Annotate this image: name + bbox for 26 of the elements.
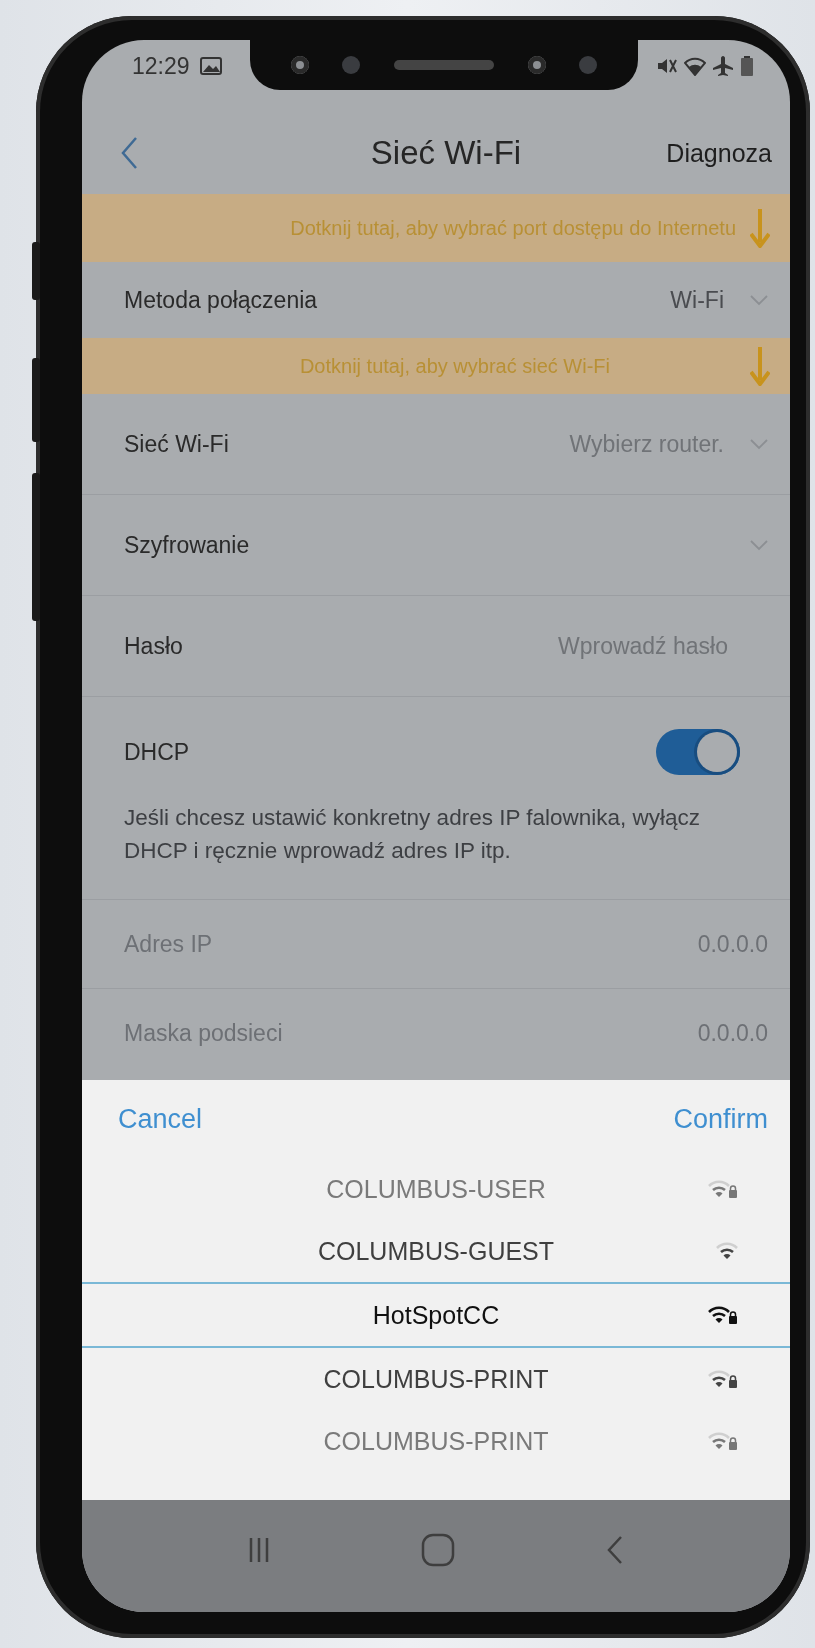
picker-option[interactable]: COLUMBUS-PRINT: [82, 1348, 790, 1410]
help-text: Jeśli chcesz ustawić konkretny adres IP falownika, wyłącz DHCP i ręcznie wprowadź adres IP itp.: [124, 804, 702, 865]
field-label: Szyfrowanie: [124, 531, 250, 559]
hint-text: Dotknij tutaj, aby wybrać sieć Wi-Fi: [299, 354, 610, 378]
picker-option[interactable]: COLUMBUS-PRINT: [82, 1410, 790, 1472]
field-value: Wi-Fi: [670, 286, 724, 314]
picker-option[interactable]: COLUMBUS-GUEST: [82, 1220, 790, 1282]
dropdown-field[interactable]: Szyfrowanie: [82, 494, 790, 595]
status-time: 12:29: [132, 52, 190, 80]
field-label: Adres IP: [124, 930, 213, 958]
screen-title: Sieć Wi-Fi: [370, 134, 522, 172]
hint-text: Dotknij tutaj, aby wybrać port dostępu do Internetu: [290, 216, 736, 240]
field-label: Sieć Wi-Fi: [124, 430, 229, 458]
diagnose-button[interactable]: Diagnoza: [666, 138, 772, 168]
dropdown-field[interactable]: Metoda połączenia Wi-Fi: [82, 262, 790, 338]
dropdown-field[interactable]: Sieć Wi-Fi Wybierz router.: [82, 394, 790, 494]
field-placeholder: Wybierz router.: [569, 430, 724, 458]
field-label: Hasło: [124, 632, 183, 660]
field-label: DHCP: [124, 738, 190, 766]
field-label: Metoda połączenia: [124, 286, 318, 314]
picker-option[interactable]: COLUMBUS-USER: [82, 1158, 790, 1220]
picker-option[interactable]: HotSpotCC: [82, 1282, 790, 1348]
field-value: 0.0.0.0: [697, 1019, 768, 1047]
field-value: 0.0.0.0: [697, 930, 768, 958]
password-field[interactable]: Wprowadź hasło: [508, 632, 728, 660]
field-label: Maska podsieci: [124, 1019, 283, 1047]
